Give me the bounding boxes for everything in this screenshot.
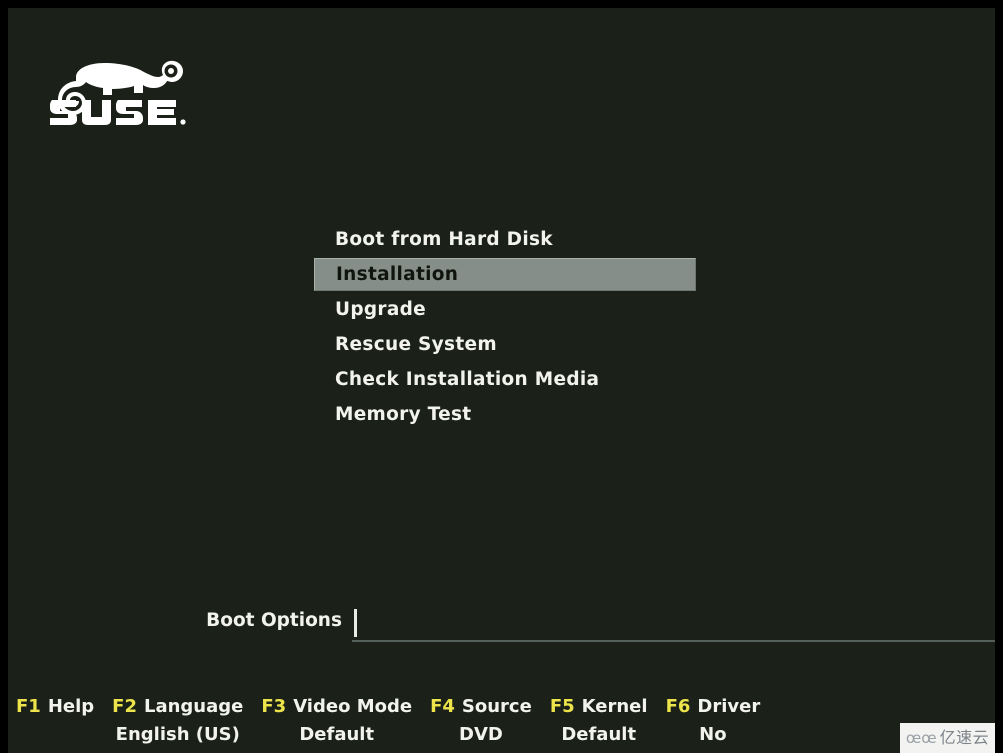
fkey-f4-source[interactable]: F4 Source DVD [430,693,532,749]
fkey-f5-value: Default [561,724,637,745]
fkey-f3-top: F3 Video Mode [261,693,412,721]
fkey-f4-label: Source [461,696,532,717]
fkey-f2-value: English (US) [115,724,240,745]
fkey-f2-code: F2 [112,696,137,717]
boot-options-input[interactable] [352,606,995,642]
fkey-f2-top: F2 Language [112,693,243,721]
fkey-f2-label: Language [143,696,244,717]
menu-item-memory-test[interactable]: Memory Test [314,397,696,432]
fkey-f1-label: Help [47,696,95,717]
fkey-f4-code: F4 [430,696,455,717]
fkey-f1-help[interactable]: F1 Help [16,693,94,721]
menu-item-rescue-system[interactable]: Rescue System [314,327,696,362]
boot-options-row: Boot Options [16,606,995,644]
console-area: Boot from Hard Disk Installation Upgrade… [8,8,995,753]
fkey-f3-value: Default [299,724,375,745]
fkey-f5-top: F5 Kernel [550,693,648,721]
menu-item-installation[interactable]: Installation [314,258,696,291]
boot-screen: Boot from Hard Disk Installation Upgrade… [0,0,1003,753]
fkey-f2-language[interactable]: F2 Language English (US) [112,693,243,749]
fkey-f5-kernel[interactable]: F5 Kernel Default [550,693,648,749]
fkey-f1-top: F1 Help [16,693,94,721]
menu-item-upgrade[interactable]: Upgrade [314,292,696,327]
boot-options-label: Boot Options [206,610,342,631]
fkey-f6-top: F6 Driver [666,693,761,721]
fkey-f5-label: Kernel [581,696,648,717]
watermark-logo-icon: œœ [905,728,937,747]
suse-logo [46,55,206,125]
function-key-bar: F1 Help F2 Language English (US) F3 Video M… [8,693,995,753]
menu-item-check-installation-media[interactable]: Check Installation Media [314,362,696,397]
fkey-f1-code: F1 [16,696,41,717]
boot-menu[interactable]: Boot from Hard Disk Installation Upgrade… [314,222,696,432]
watermark: œœ 亿速云 [900,723,995,753]
suse-wordmark [50,100,186,125]
fkey-f6-driver[interactable]: F6 Driver No [666,693,761,749]
fkey-f3-label: Video Mode [293,696,413,717]
watermark-text: 亿速云 [939,728,990,747]
fkey-f6-value: No [699,724,727,745]
text-cursor [354,609,357,637]
fkey-f5-code: F5 [549,696,575,717]
fkey-f6-label: Driver [697,696,761,717]
fkey-f3-video-mode[interactable]: F3 Video Mode Default [261,693,412,749]
fkey-f4-top: F4 Source [430,693,532,721]
fkey-f3-code: F3 [261,696,287,717]
fkey-f6-code: F6 [665,696,691,717]
fkey-f4-value: DVD [459,724,503,745]
menu-item-boot-from-hard-disk[interactable]: Boot from Hard Disk [314,222,696,257]
